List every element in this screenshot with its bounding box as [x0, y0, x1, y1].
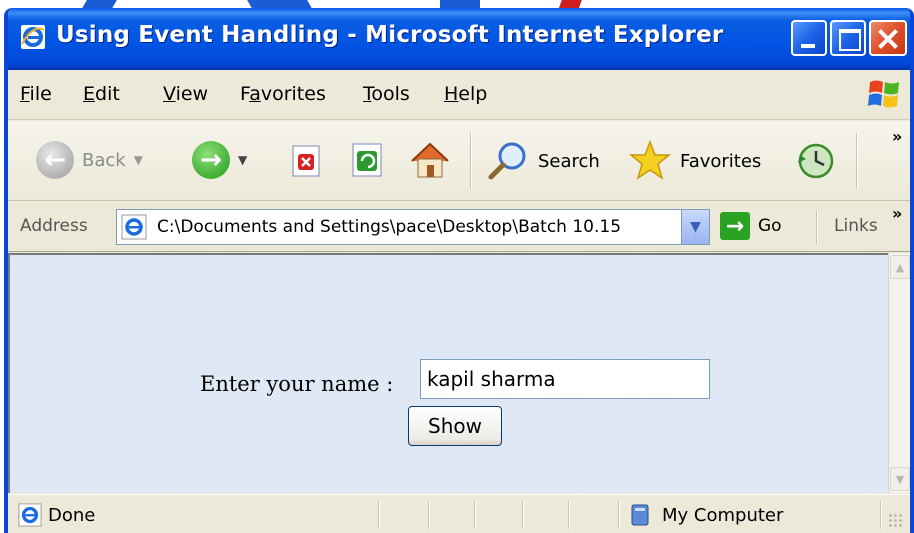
address-value: C:\Documents and Settings\pace\Desktop\B…	[157, 217, 622, 237]
status-divider	[428, 501, 430, 529]
search-label: Search	[538, 150, 600, 172]
status-divider	[474, 501, 476, 529]
back-arrow-icon: ←	[36, 141, 74, 179]
links-button[interactable]: Links	[834, 216, 878, 236]
forward-dropdown-icon[interactable]: ▼	[238, 153, 247, 167]
status-divider	[378, 501, 380, 529]
star-icon	[628, 139, 672, 180]
show-button[interactable]: Show	[408, 406, 502, 446]
status-text: Done	[48, 505, 96, 526]
status-divider	[618, 501, 620, 529]
security-zone-text: My Computer	[662, 505, 784, 526]
toolbar-separator	[470, 133, 472, 189]
status-divider	[522, 501, 524, 529]
decorative-shape	[440, 0, 480, 8]
scroll-down-icon[interactable]: ▼	[890, 467, 910, 491]
back-dropdown-icon[interactable]: ▼	[134, 153, 143, 167]
back-button[interactable]: ← Back ▼	[36, 141, 143, 179]
windows-logo-icon	[868, 80, 899, 108]
go-arrow-icon: →	[720, 212, 750, 240]
menu-help[interactable]: Help	[444, 83, 487, 105]
toolbar-separator	[856, 133, 858, 189]
ie-icon	[21, 25, 45, 49]
back-label: Back	[82, 149, 126, 171]
search-icon	[488, 142, 526, 180]
address-dropdown-icon[interactable]: ▼	[681, 210, 709, 244]
history-icon[interactable]	[796, 141, 836, 181]
resize-grip[interactable]	[888, 513, 904, 529]
menu-edit[interactable]: Edit	[83, 83, 120, 105]
maximize-button[interactable]	[830, 20, 866, 56]
address-label: Address	[20, 216, 88, 236]
address-input[interactable]: C:\Documents and Settings\pace\Desktop\B…	[116, 209, 710, 245]
menu-favorites[interactable]: Favorites	[240, 83, 326, 105]
forward-arrow-icon: →	[192, 141, 230, 179]
status-bar: Done My Computer	[8, 494, 910, 533]
minimize-button[interactable]	[791, 20, 827, 56]
search-button[interactable]: Search	[486, 139, 600, 183]
menu-view[interactable]: View	[163, 83, 208, 105]
status-divider	[568, 501, 570, 529]
scroll-up-icon[interactable]: ▲	[890, 255, 910, 279]
title-bar[interactable]: Using Event Handling - Microsoft Interne…	[8, 8, 910, 70]
toolbar-overflow-chevron[interactable]: »	[892, 127, 902, 146]
vertical-scrollbar[interactable]: ▲ ▼	[888, 253, 910, 493]
page-content: Enter your name : Show	[8, 253, 888, 493]
window-title: Using Event Handling - Microsoft Interne…	[56, 22, 724, 48]
close-button[interactable]	[869, 20, 907, 56]
ie-page-icon	[121, 214, 147, 240]
status-divider	[880, 501, 882, 529]
forward-button[interactable]: → ▼	[192, 141, 247, 179]
browser-window: Using Event Handling - Microsoft Interne…	[4, 8, 914, 533]
menu-file[interactable]: File	[20, 83, 52, 105]
address-separator	[816, 210, 818, 244]
favorites-label: Favorites	[680, 150, 762, 172]
address-bar: Address C:\Documents and Settings\pace\D…	[8, 202, 910, 252]
computer-icon	[631, 504, 649, 526]
go-button[interactable]: → Go	[720, 212, 782, 240]
home-icon[interactable]	[408, 139, 452, 181]
name-prompt-label: Enter your name :	[200, 372, 394, 396]
menu-bar: File Edit View Favorites Tools Help	[8, 70, 910, 120]
ie-page-icon	[18, 503, 42, 527]
refresh-icon[interactable]	[352, 143, 384, 177]
go-label: Go	[758, 216, 782, 236]
favorites-button[interactable]: Favorites	[628, 139, 761, 183]
menu-tools[interactable]: Tools	[363, 83, 410, 105]
links-overflow-chevron[interactable]: »	[892, 204, 902, 223]
stop-icon[interactable]	[292, 145, 322, 177]
name-input[interactable]	[420, 359, 710, 399]
toolbar: ← Back ▼ → ▼ Search Favorites »	[8, 121, 910, 201]
